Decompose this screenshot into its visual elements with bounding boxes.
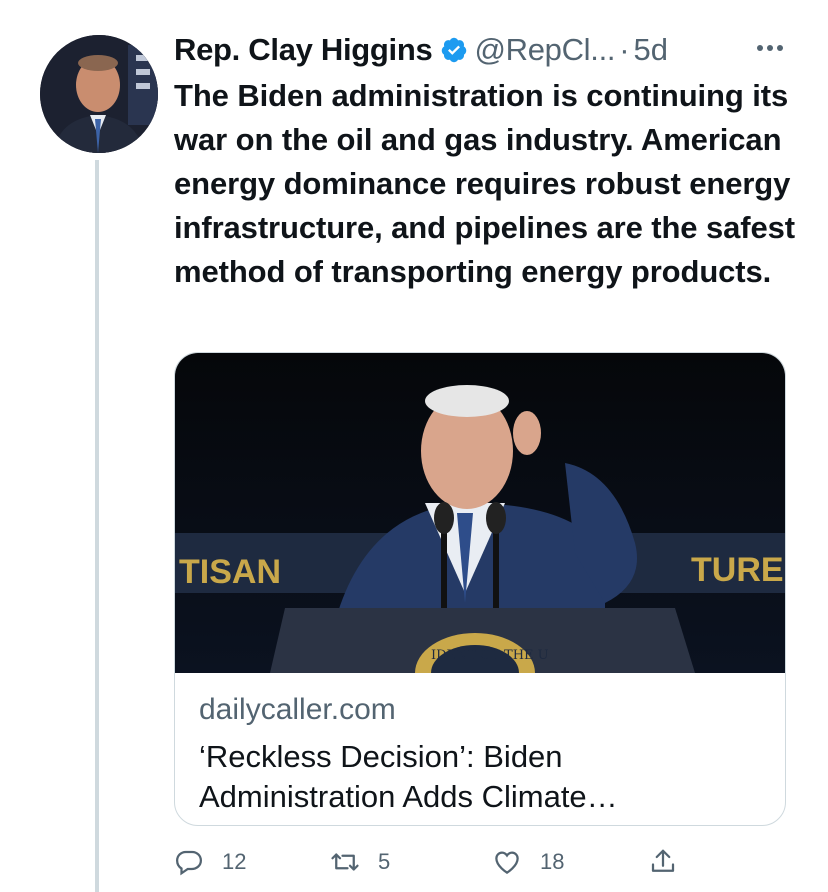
banner-right-text: TURE bbox=[691, 551, 784, 589]
reply-icon bbox=[175, 850, 203, 876]
like-count: 18 bbox=[540, 849, 565, 874]
more-options-icon[interactable] bbox=[752, 30, 788, 66]
link-card[interactable]: TISAN TURE IDENT OF THE U dailycaller.co… bbox=[174, 352, 786, 826]
reply-button[interactable]: 12 bbox=[174, 840, 246, 884]
author-display-name[interactable]: Rep. Clay Higgins bbox=[174, 32, 433, 68]
heart-icon bbox=[495, 851, 519, 874]
card-title: ‘Reckless Decision’: Biden Administratio… bbox=[199, 739, 618, 814]
card-domain: dailycaller.com bbox=[199, 693, 396, 726]
retweet-button[interactable]: 5 bbox=[330, 840, 390, 884]
share-button[interactable] bbox=[648, 840, 678, 884]
banner-left-text: TISAN bbox=[179, 553, 281, 591]
share-icon bbox=[651, 849, 675, 872]
avatar-photo bbox=[40, 35, 158, 153]
card-image: TISAN TURE IDENT OF THE U bbox=[175, 353, 785, 673]
tweet-timestamp[interactable]: 5d bbox=[634, 32, 668, 68]
retweet-icon bbox=[331, 853, 359, 871]
reply-count: 12 bbox=[222, 849, 247, 874]
author-handle[interactable]: @RepCl... bbox=[474, 32, 615, 68]
thread-line bbox=[95, 160, 99, 892]
verified-badge-icon bbox=[442, 37, 467, 63]
tweet-actions: 12 5 18 bbox=[174, 840, 694, 884]
author-avatar[interactable] bbox=[40, 35, 158, 153]
tweet-header: Rep. Clay Higgins @RepCl... · 5d bbox=[174, 30, 794, 70]
tweet-text: The Biden administration is continuing i… bbox=[174, 78, 795, 289]
like-button[interactable]: 18 bbox=[492, 840, 564, 884]
retweet-count: 5 bbox=[378, 849, 391, 874]
seal-text: IDENT OF THE U bbox=[431, 648, 549, 663]
header-separator: · bbox=[619, 32, 630, 67]
